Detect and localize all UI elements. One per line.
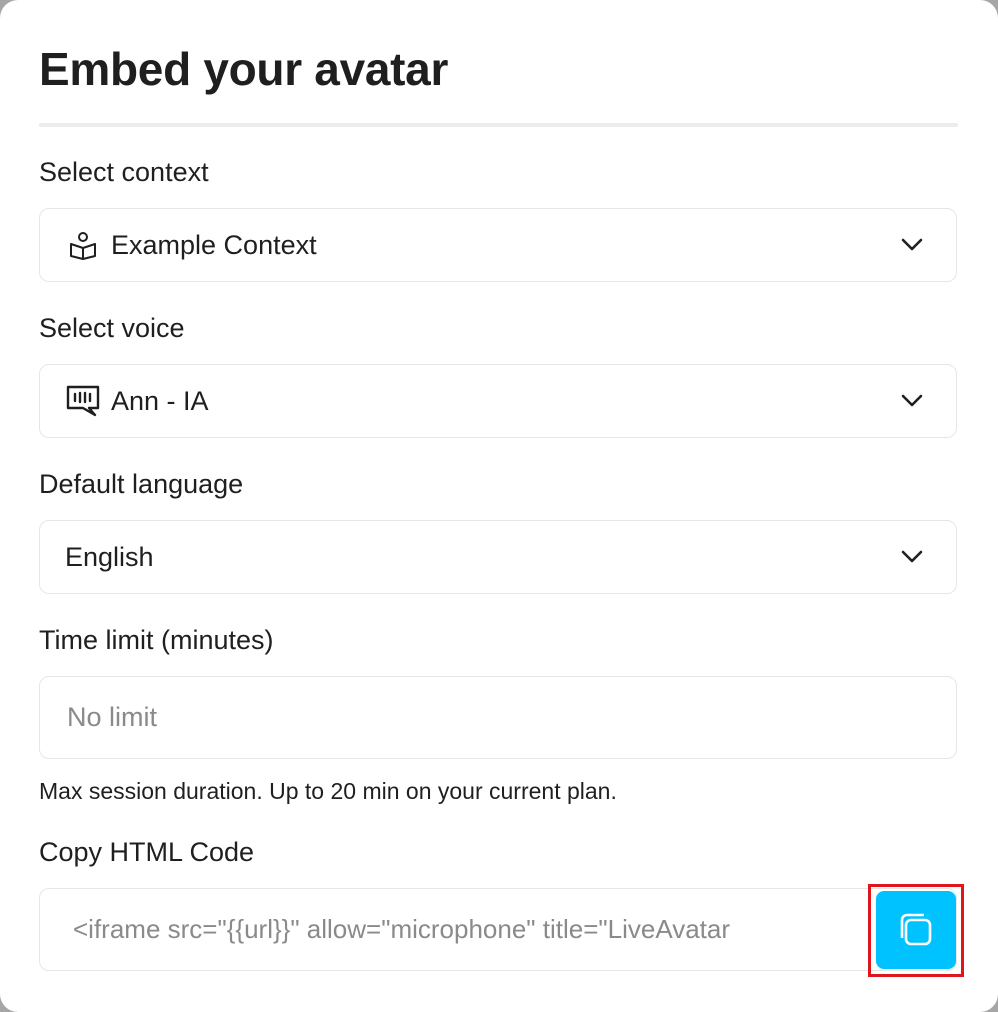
language-label: Default language <box>39 469 244 499</box>
chevron-down-icon <box>900 233 924 257</box>
embed-avatar-modal: Embed your avatar Select context Example… <box>0 0 998 1012</box>
time-limit-hint: Max session duration. Up to 20 min on yo… <box>39 778 617 804</box>
chevron-down-icon <box>900 389 924 413</box>
modal-title: Embed your avatar <box>39 43 449 95</box>
context-value: Example Context <box>111 229 317 260</box>
context-label: Select context <box>39 157 209 187</box>
voice-value: Ann - IA <box>111 385 209 416</box>
voice-message-icon <box>65 383 101 419</box>
language-select[interactable]: English <box>39 520 957 594</box>
html-code-text: <iframe src="{{url}}" allow="microphone"… <box>73 914 731 944</box>
html-code-label: Copy HTML Code <box>39 837 255 867</box>
copy-icon <box>897 911 935 949</box>
title-divider <box>39 123 958 127</box>
chevron-down-icon <box>900 545 924 569</box>
time-limit-input[interactable] <box>65 701 929 734</box>
copy-code-button[interactable] <box>876 891 956 969</box>
context-select[interactable]: Example Context <box>39 208 957 282</box>
time-limit-label: Time limit (minutes) <box>39 625 274 655</box>
time-limit-field <box>39 676 957 759</box>
html-code-field: <iframe src="{{url}}" allow="microphone"… <box>39 888 957 971</box>
voice-select[interactable]: Ann - IA <box>39 364 957 438</box>
book-reader-icon <box>65 227 101 263</box>
voice-label: Select voice <box>39 313 185 343</box>
language-value: English <box>65 541 154 572</box>
